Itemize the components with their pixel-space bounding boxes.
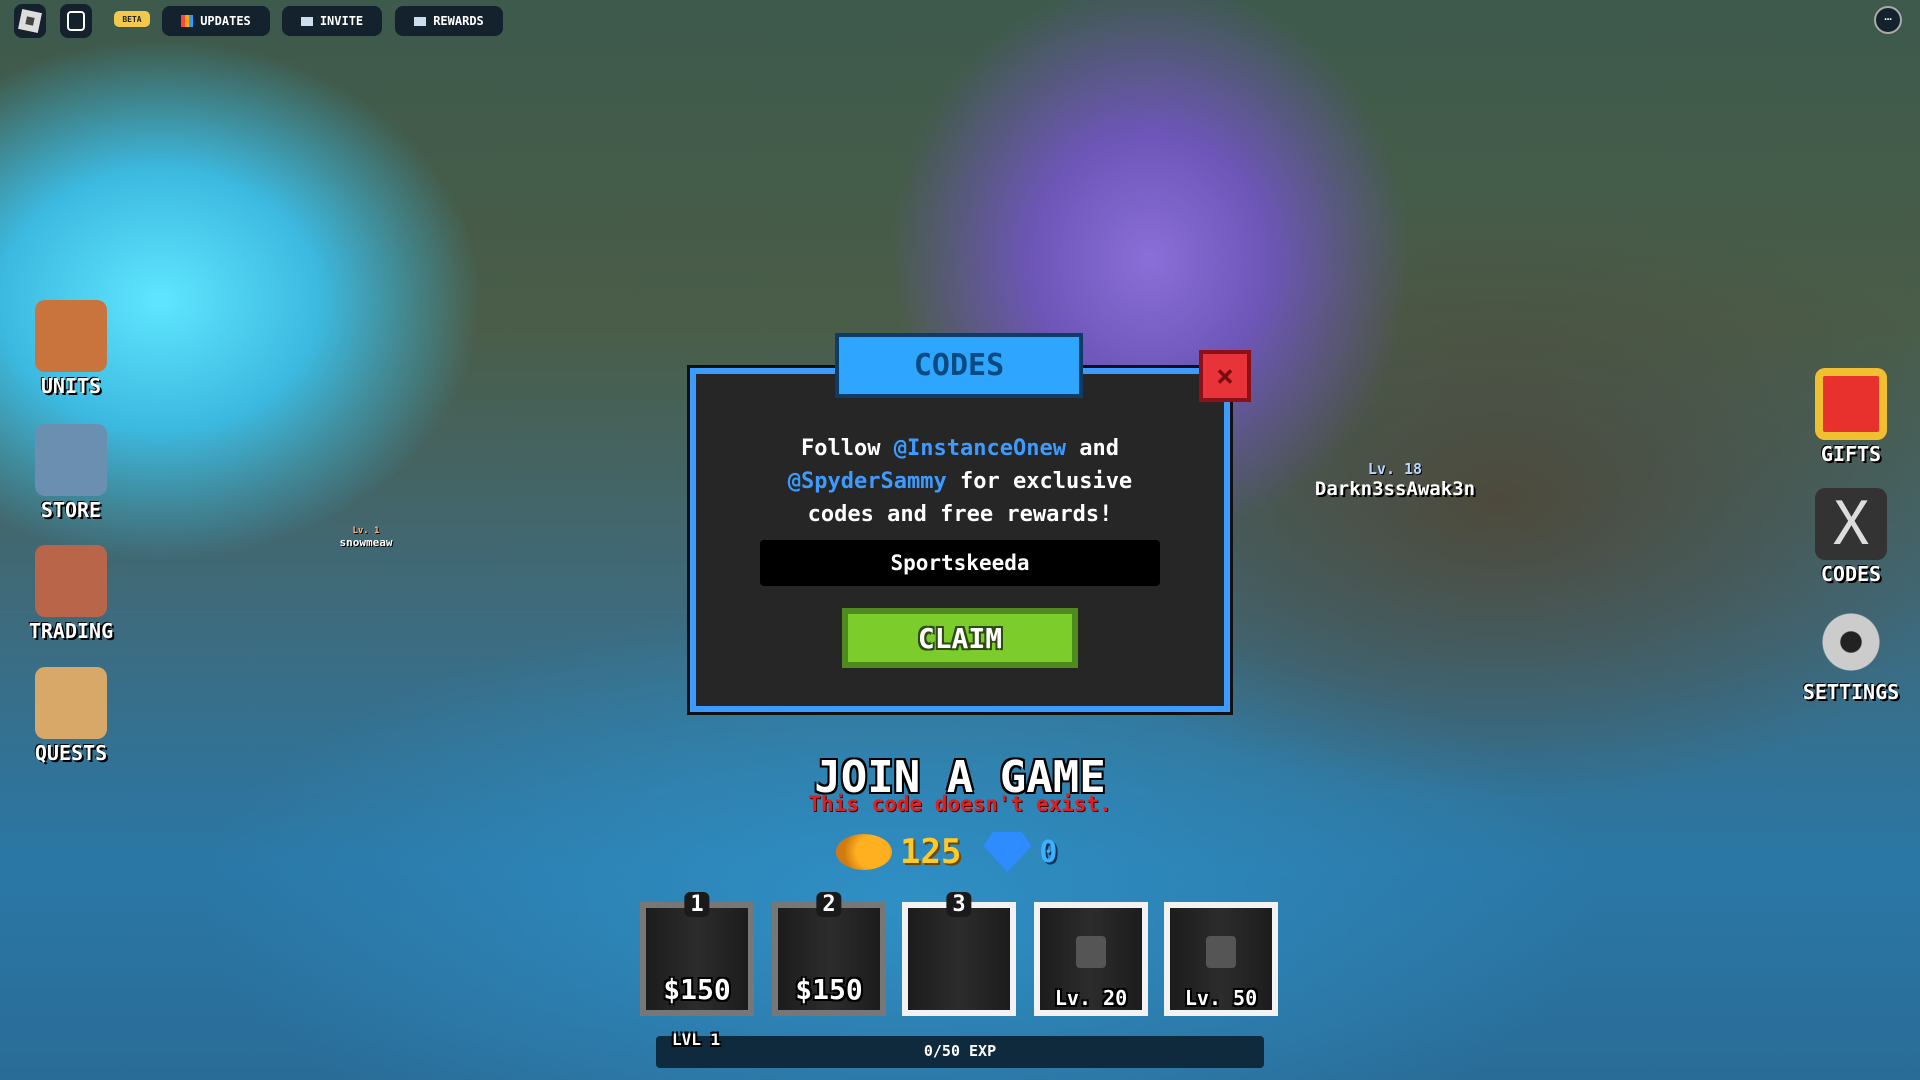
updates-label: UPDATES <box>200 14 251 28</box>
slot-number: 2 <box>816 892 842 917</box>
slot-unlock-level: Lv. 20 <box>1054 986 1128 1010</box>
chart-icon <box>181 15 194 27</box>
level-label: LVL 1 <box>672 1030 721 1049</box>
coin-icon <box>836 834 892 870</box>
x-logo-icon: X <box>1815 488 1887 560</box>
dialog-title: CODES <box>835 333 1083 398</box>
gear-icon <box>1815 606 1887 678</box>
scroll-icon <box>35 667 107 739</box>
gem-icon <box>983 832 1032 872</box>
slot-price: $150 <box>795 973 863 1006</box>
invite-label: INVITE <box>319 14 364 28</box>
slot-price: $150 <box>663 973 731 1006</box>
chat-button[interactable] <box>60 4 92 38</box>
player-level: Lv. 1 <box>352 526 380 536</box>
player-level: Lv. 18 <box>1367 460 1423 478</box>
mail-icon <box>300 16 313 26</box>
unit-slot-3[interactable]: 3 <box>902 892 1016 1016</box>
menu-units[interactable]: UNITS <box>6 300 136 398</box>
menu-label: CODES <box>1820 562 1882 586</box>
menu-label: STORE <box>40 498 102 522</box>
locked-slot-4[interactable]: Lv. 20 <box>1034 902 1148 1016</box>
slot-unlock-level: Lv. 50 <box>1184 986 1258 1010</box>
menu-label: UNITS <box>40 374 102 398</box>
menu-label: TRADING <box>28 619 114 643</box>
more-options-icon[interactable]: ⋯ <box>1874 6 1902 34</box>
unit-slot-2[interactable]: 2 $150 <box>772 892 886 1016</box>
player-name: Darkn3ssAwak3n <box>1314 478 1476 500</box>
locked-slot-5[interactable]: Lv. 50 <box>1164 902 1278 1016</box>
coin-count: 125 <box>900 832 962 872</box>
menu-gifts[interactable]: GIFTS <box>1786 368 1916 466</box>
updates-button[interactable]: UPDATES <box>162 6 270 36</box>
trade-box-icon <box>35 545 107 617</box>
exp-text: 0/50 EXP <box>923 1042 997 1060</box>
spyder-sammy-link[interactable]: @SpyderSammy <box>788 469 947 494</box>
close-button[interactable]: × <box>1199 350 1251 402</box>
codes-message: Follow @InstanceOnew and @SpyderSammy fo… <box>696 432 1224 531</box>
menu-settings[interactable]: SETTINGS <box>1786 606 1916 704</box>
close-icon: × <box>1215 358 1235 394</box>
backpack-icon <box>35 300 107 372</box>
menu-label: SETTINGS <box>1802 680 1900 704</box>
roblox-logo-icon <box>18 9 42 33</box>
player-name: snowmeaw <box>339 536 393 549</box>
menu-store[interactable]: STORE <box>6 424 136 522</box>
roblox-menu-button[interactable] <box>14 4 46 38</box>
exp-bar: 0/50 EXP <box>656 1036 1264 1068</box>
lock-icon <box>1076 936 1106 968</box>
gift-icon <box>1815 368 1887 440</box>
code-input[interactable] <box>760 540 1160 586</box>
codes-dialog: Follow @InstanceOnew and @SpyderSammy fo… <box>687 365 1233 715</box>
chat-icon <box>67 11 85 31</box>
rewards-label: REWARDS <box>433 14 484 28</box>
rewards-button[interactable]: REWARDS <box>395 6 503 36</box>
lock-icon <box>1206 936 1236 968</box>
text: for exclusive <box>946 469 1133 494</box>
text: and <box>1065 436 1119 461</box>
text: Follow <box>801 436 894 461</box>
mail-icon <box>414 16 427 26</box>
unit-slot-1[interactable]: 1 $150 <box>640 892 754 1016</box>
claim-button[interactable]: CLAIM <box>842 608 1078 668</box>
beta-badge: BETA <box>114 11 150 27</box>
menu-label: QUESTS <box>34 741 108 765</box>
player-tag: Lv. 18 Darkn3ssAwak3n <box>1290 460 1500 500</box>
text: codes and free rewards! <box>807 502 1113 527</box>
cart-icon <box>35 424 107 496</box>
invite-button[interactable]: INVITE <box>282 6 382 36</box>
menu-trading[interactable]: TRADING <box>6 545 136 643</box>
slot-number: 3 <box>946 892 972 917</box>
menu-codes[interactable]: X CODES <box>1786 488 1916 586</box>
gem-count: 0 <box>1039 834 1058 870</box>
error-message: This code doesn't exist. <box>808 792 1112 816</box>
instance-onew-link[interactable]: @InstanceOnew <box>894 436 1066 461</box>
player-tag: Lv. 1 snowmeaw <box>316 526 416 549</box>
menu-quests[interactable]: QUESTS <box>6 667 136 765</box>
slot-number: 1 <box>684 892 710 917</box>
menu-label: GIFTS <box>1820 442 1882 466</box>
currency-display: 125 0 <box>836 832 1057 872</box>
